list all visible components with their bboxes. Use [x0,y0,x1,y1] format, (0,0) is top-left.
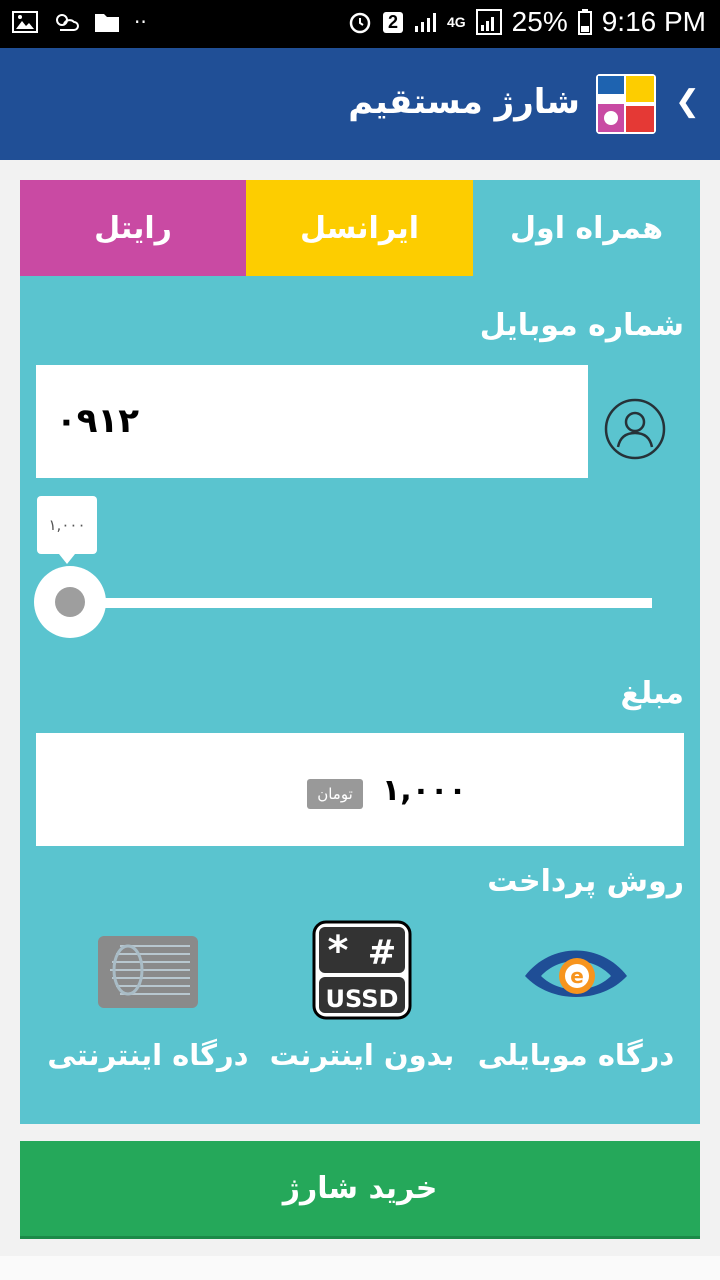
payment-internet-label: درگاه اینترنتی [47,1038,249,1072]
amount-value: ۱,۰۰۰ [382,773,467,808]
status-bar: ·· 2 4G 25% 9:16 PM [0,0,720,48]
bank-card-icon [98,936,198,1008]
gallery-icon [12,11,38,33]
clock: 9:16 PM [601,6,706,37]
alarm-icon [349,12,371,34]
charge-panel: رایتل ایرانسل همراه اول شماره موبایل ۰۹۱… [20,180,700,1124]
amount-label: مبلغ [620,676,684,711]
svg-text:*: * [328,928,349,974]
battery-icon [577,9,592,35]
payment-ussd[interactable]: * # USSD بدون اینترنت [252,920,472,1100]
weather-icon [56,14,79,31]
app-bar: ❮ شارژ مستقیم [0,48,720,160]
folder-icon [95,14,119,32]
e-payment-eye-icon: e [525,950,627,997]
notification-badge: 2 [382,11,403,33]
tab-irancell[interactable]: ایرانسل [246,180,473,276]
buy-charge-button[interactable]: خرید شارژ [20,1141,700,1239]
mobile-label: شماره موبایل [479,308,684,343]
bottom-strip [0,1256,720,1280]
page-title: شارژ مستقیم [348,82,580,122]
svg-text:#: # [368,933,397,973]
amount-slider-thumb[interactable] [34,566,106,638]
mobile-number-input[interactable]: ۰۹۱۲ [36,365,588,478]
tab-rightel[interactable]: رایتل [20,180,246,276]
slider-tooltip: ۱,۰۰۰ [37,496,97,564]
payment-ussd-label: بدون اینترنت [269,1038,455,1072]
payment-internet-gateway[interactable]: درگاه اینترنتی [38,920,258,1100]
amount-slider-track[interactable] [100,598,652,608]
network-type: 4G [446,14,466,30]
tab-hamrah-aval[interactable]: همراه اول [473,180,700,276]
back-button[interactable]: ❮ [675,84,700,119]
more-dots-icon: ·· [134,10,147,34]
amount-field[interactable]: تومان ۱,۰۰۰ [36,733,684,846]
ussd-icon: * # USSD [312,920,412,1020]
payment-method-label: روش پرداخت [487,864,684,899]
payment-mobile-gateway[interactable]: e درگاه موبایلی [466,920,686,1100]
signal-icon [414,13,436,32]
signal-strength-icon [475,9,502,35]
battery-percent: 25% [511,6,568,37]
contact-picker-icon[interactable] [604,398,666,460]
currency-unit-badge: تومان [307,779,363,809]
svg-text:USSD: USSD [326,985,399,1013]
svg-text:e: e [570,964,584,988]
payment-mobile-label: درگاه موبایلی [477,1038,675,1072]
mobile-number-value: ۰۹۱۲ [56,401,140,441]
operator-tabs: رایتل ایرانسل همراه اول [20,180,700,276]
operators-logo-icon [596,74,656,134]
